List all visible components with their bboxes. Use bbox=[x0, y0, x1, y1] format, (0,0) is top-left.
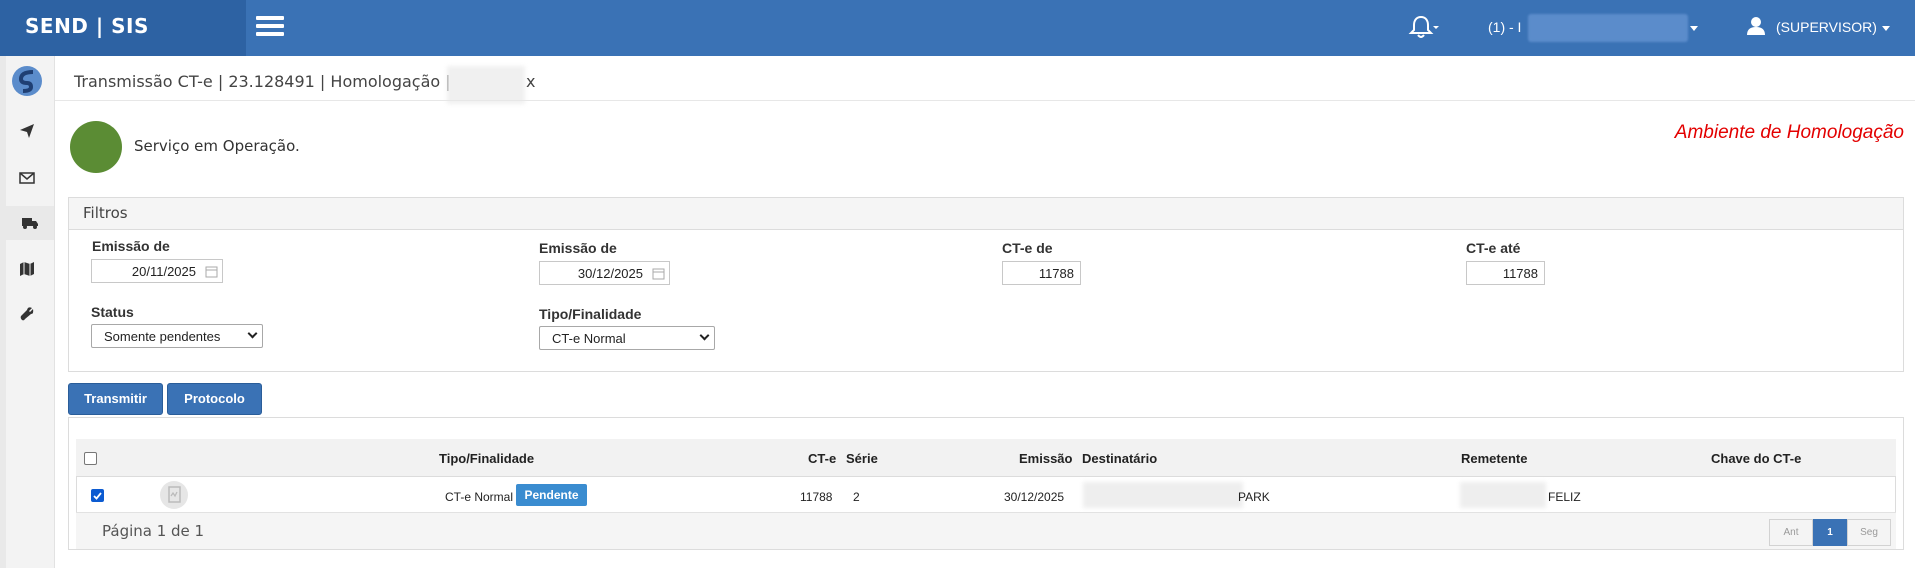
transmitir-button[interactable]: Transmitir bbox=[68, 383, 163, 415]
row-destinatario: PARK bbox=[1238, 490, 1270, 504]
logo-icon[interactable] bbox=[10, 64, 44, 98]
chevron-down-icon[interactable] bbox=[1882, 26, 1890, 31]
left-sidebar bbox=[0, 56, 55, 568]
status-select-value: Somente pendentes bbox=[104, 329, 221, 344]
emissao-ate-value: 30/12/2025 bbox=[577, 266, 643, 281]
row-emissao: 30/12/2025 bbox=[1004, 490, 1065, 504]
status-select[interactable]: Somente pendentes bbox=[91, 324, 263, 348]
redacted-text bbox=[1083, 482, 1243, 508]
truck-icon[interactable] bbox=[6, 206, 54, 240]
divider bbox=[55, 100, 1915, 101]
cte-de-input[interactable]: 11788 bbox=[1002, 261, 1081, 285]
send-icon[interactable] bbox=[10, 114, 44, 148]
company-selector[interactable]: (1) - I bbox=[1488, 19, 1521, 35]
col-emissao[interactable]: Emissão bbox=[1019, 451, 1072, 466]
wrench-icon[interactable] bbox=[10, 297, 44, 331]
pager-prev[interactable]: Ant bbox=[1769, 519, 1813, 546]
tipo-finalidade-value: CT-e Normal bbox=[552, 331, 626, 346]
top-navbar: SEND | SIS (1) - I (SUPERVISOR) bbox=[0, 0, 1915, 56]
pager-current[interactable]: 1 bbox=[1813, 519, 1847, 546]
emissao-de-input[interactable]: 20/11/2025 bbox=[91, 259, 223, 283]
map-icon[interactable] bbox=[10, 252, 44, 286]
cte-ate-input[interactable]: 11788 bbox=[1466, 261, 1545, 285]
cte-de-label: CT-e de bbox=[1002, 240, 1053, 256]
envelope-icon[interactable] bbox=[10, 161, 44, 195]
filters-title: Filtros bbox=[69, 198, 1903, 230]
user-icon[interactable] bbox=[1746, 16, 1766, 36]
app-brand[interactable]: SEND | SIS bbox=[0, 0, 246, 56]
col-cte[interactable]: CT-e bbox=[808, 451, 836, 466]
row-checkbox[interactable] bbox=[91, 489, 104, 502]
table-footer bbox=[76, 512, 1896, 549]
select-all-checkbox[interactable] bbox=[84, 452, 97, 465]
chevron-down-icon bbox=[699, 330, 710, 341]
status-text: Serviço em Operação. bbox=[134, 137, 300, 155]
chevron-down-icon[interactable] bbox=[1690, 26, 1698, 31]
cte-ate-label: CT-e até bbox=[1466, 240, 1521, 256]
row-serie: 2 bbox=[853, 490, 860, 504]
user-menu[interactable]: (SUPERVISOR) bbox=[1776, 19, 1877, 35]
emissao-ate-input[interactable]: 30/12/2025 bbox=[539, 261, 670, 285]
page-title: Transmissão CT-e | 23.128491 | Homologaç… bbox=[74, 72, 451, 91]
chevron-down-icon bbox=[247, 328, 258, 339]
status-label: Status bbox=[91, 304, 134, 320]
environment-label: Ambiente de Homologação bbox=[1674, 122, 1904, 143]
status-indicator bbox=[70, 121, 122, 173]
col-serie[interactable]: Série bbox=[846, 451, 878, 466]
notifications-bell-icon[interactable] bbox=[1408, 14, 1440, 40]
menu-toggle-icon[interactable] bbox=[256, 14, 286, 38]
filters-panel: Filtros bbox=[68, 197, 1904, 372]
emissao-de-value: 20/11/2025 bbox=[131, 264, 196, 279]
emissao-de-label: Emissão de bbox=[92, 238, 170, 254]
col-chave-cte[interactable]: Chave do CT-e bbox=[1711, 451, 1801, 466]
redacted-text bbox=[1460, 482, 1546, 508]
calendar-icon[interactable] bbox=[652, 267, 665, 280]
redacted-text bbox=[447, 66, 525, 104]
tipo-finalidade-label: Tipo/Finalidade bbox=[539, 306, 642, 322]
company-name-redacted bbox=[1528, 14, 1688, 42]
emissao-ate-label: Emissão de bbox=[539, 240, 617, 256]
calendar-icon[interactable] bbox=[205, 265, 218, 278]
tipo-finalidade-select[interactable]: CT-e Normal bbox=[539, 326, 715, 350]
col-tipo-finalidade[interactable]: Tipo/Finalidade bbox=[439, 451, 534, 466]
protocolo-button[interactable]: Protocolo bbox=[167, 383, 262, 415]
table-header bbox=[76, 439, 1896, 477]
page-info: Página 1 de 1 bbox=[102, 522, 205, 540]
row-tipo: CT-e Normal bbox=[445, 490, 514, 504]
pdf-icon[interactable] bbox=[160, 481, 188, 509]
pager-next[interactable]: Seg bbox=[1847, 519, 1891, 546]
col-remetente[interactable]: Remetente bbox=[1461, 451, 1527, 466]
status-badge: Pendente bbox=[516, 484, 587, 506]
col-destinatario[interactable]: Destinatário bbox=[1082, 451, 1157, 466]
page-title-suffix: x bbox=[526, 72, 536, 91]
row-remetente: FELIZ bbox=[1548, 490, 1581, 504]
row-cte: 11788 bbox=[800, 490, 833, 504]
